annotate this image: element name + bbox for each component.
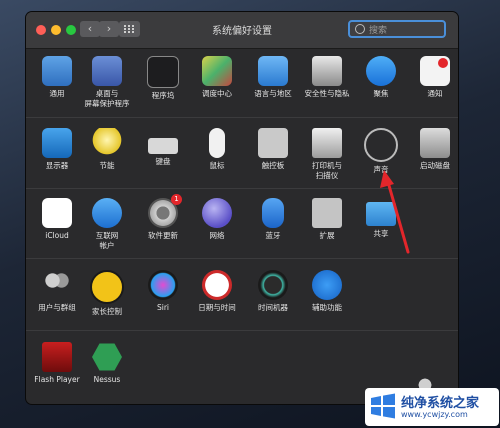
annotation-arrow [380,170,410,254]
watermark: 纯净系统之家 www.ycwjzy.com [365,388,499,426]
watermark-url: www.ycwjzy.com [401,410,468,419]
windows-logo-icon [371,393,395,419]
watermark-title: 纯净系统之家 [401,396,480,411]
